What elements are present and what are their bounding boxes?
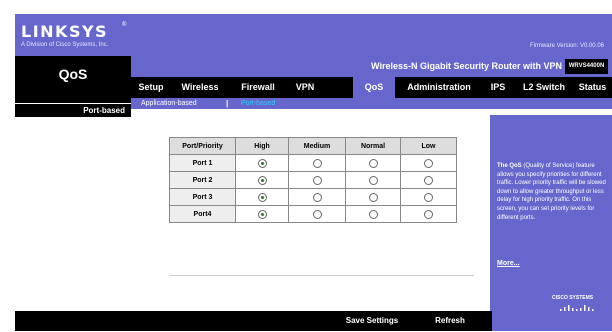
table-header-row: Port/Priority High Medium Normal Low [169,137,457,155]
radio-medium[interactable] [312,158,322,168]
help-panel: The QoS (Quality of Service) feature all… [490,115,612,313]
port-label: Port4 [169,205,236,223]
product-name: Wireless-N Gigabit Security Router with … [371,61,562,71]
sub-nav: Application-based | Port-based [131,98,612,109]
table-row: Port 3 [169,188,457,206]
content-divider [169,275,474,276]
tab-l2-switch[interactable]: L2 Switch [517,77,571,98]
radio-normal[interactable] [368,209,378,219]
tab-ips[interactable]: IPS [483,77,513,98]
linksys-logo: LINKSYS [21,22,109,41]
radio-cell [235,188,289,206]
radio-cell [345,188,401,206]
tab-vpn[interactable]: VPN [287,77,323,98]
radio-cell [400,171,457,189]
radio-cell [235,154,289,172]
subnav-application-based[interactable]: Application-based [141,98,197,109]
tab-status[interactable]: Status [573,77,612,98]
radio-normal[interactable] [368,175,378,185]
header-band: LINKSYS ® A Division of Cisco Systems, I… [15,14,612,56]
footer-black-segment [131,311,336,331]
radio-low[interactable] [424,158,433,168]
table-row: Port 1 [169,154,457,172]
col-header-low: Low [400,137,457,155]
col-header-port: Port/Priority [169,137,236,155]
page-title: QoS [58,66,88,82]
radio-high[interactable] [257,209,267,219]
tab-wireless[interactable]: Wireless [171,77,229,98]
radio-medium[interactable] [312,209,322,219]
radio-cell [400,188,457,206]
help-text: The QoS (Quality of Service) feature all… [497,162,607,222]
tab-setup[interactable]: Setup [131,77,171,98]
logo-registered-mark: ® [122,22,127,28]
port-label: Port 1 [169,154,236,172]
col-header-high: High [235,137,289,155]
left-column: QoS Port-based [15,56,131,332]
radio-normal[interactable] [368,192,378,202]
content-area: Port/Priority High Medium Normal Low Por… [131,115,490,311]
radio-cell [288,188,346,206]
help-more-link[interactable]: More... [497,260,520,267]
model-badge: WRVS4400N [565,59,608,74]
refresh-button[interactable]: Refresh [408,311,492,331]
tab-firewall[interactable]: Firewall [229,77,287,98]
app-frame: LINKSYS ® A Division of Cisco Systems, I… [15,14,612,332]
footer-bar: Save Settings Refresh [131,311,612,331]
brand-tagline: A Division of Cisco Systems, Inc. [21,42,109,48]
radio-medium[interactable] [312,175,322,185]
help-title: The QoS [497,163,522,169]
cisco-systems-logo: CISCO SYSTEMS [552,295,594,301]
left-footer [15,311,131,331]
subnav-port-based[interactable]: Port-based [241,98,275,109]
port-label: Port 3 [169,188,236,206]
subnav-separator: | [226,99,229,108]
radio-cell [288,205,346,223]
radio-high[interactable] [257,175,267,185]
col-header-normal: Normal [345,137,401,155]
table-row: Port4 [169,205,457,223]
help-body: (Quality of Service) feature allows you … [497,163,606,221]
port-priority-table: Port/Priority High Medium Normal Low Por… [169,137,457,223]
radio-cell [288,171,346,189]
col-header-medium: Medium [288,137,346,155]
radio-cell [288,154,346,172]
radio-cell [235,205,289,223]
radio-cell [400,205,457,223]
firmware-version: Firmware Version: V0.00.06 [529,43,604,49]
radio-high[interactable] [257,158,267,168]
radio-cell [235,171,289,189]
tab-administration[interactable]: Administration [399,77,479,98]
radio-medium[interactable] [312,192,322,202]
radio-normal[interactable] [368,158,378,168]
left-section: Port-based [15,103,131,332]
radio-low[interactable] [424,175,433,185]
section-header: Port-based [15,104,131,117]
radio-low[interactable] [424,209,433,219]
product-title-bar: Wireless-N Gigabit Security Router with … [131,56,612,77]
save-settings-button[interactable]: Save Settings [336,311,408,331]
radio-cell [345,154,401,172]
radio-low[interactable] [424,192,433,202]
tab-qos[interactable]: QoS [353,77,395,98]
radio-cell [345,205,401,223]
table-row: Port 2 [169,171,457,189]
main-nav: Setup Wireless Firewall VPN QoS Administ… [131,77,612,98]
port-label: Port 2 [169,171,236,189]
radio-high[interactable] [257,192,267,202]
radio-cell [400,154,457,172]
radio-cell [345,171,401,189]
